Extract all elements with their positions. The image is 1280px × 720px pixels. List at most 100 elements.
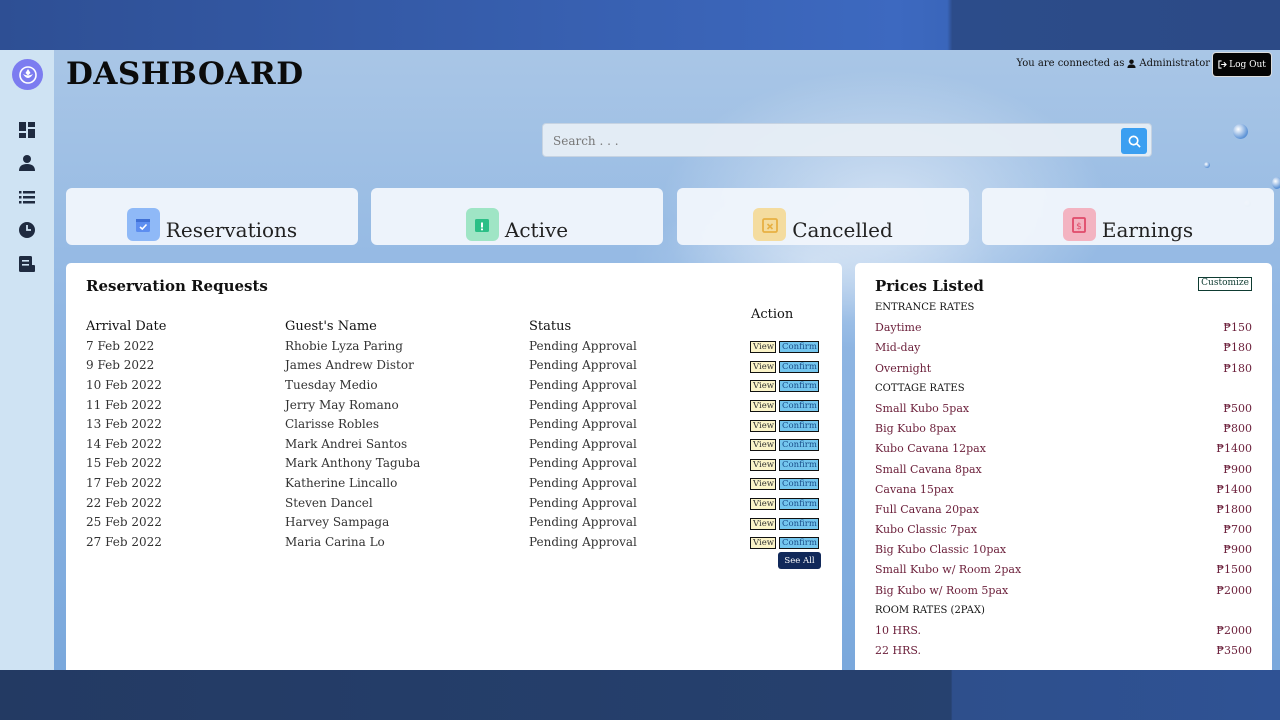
stat-card-reservations[interactable]: Reservations xyxy=(66,188,358,245)
search-button[interactable] xyxy=(1121,128,1147,154)
stat-card-label: Earnings xyxy=(1101,218,1194,242)
view-button[interactable]: View xyxy=(750,478,776,491)
confirm-button[interactable]: Confirm xyxy=(779,400,819,413)
guest-name-cell: Mark Andrei Santos xyxy=(285,436,408,451)
confirm-button[interactable]: Confirm xyxy=(779,478,819,491)
stat-card-cancelled[interactable]: Cancelled xyxy=(677,188,969,245)
sidebar-item-history[interactable] xyxy=(18,221,38,241)
page-title: DASHBOARD xyxy=(66,56,304,92)
confirm-button[interactable]: Confirm xyxy=(779,537,819,550)
arrival-date-cell: 13 Feb 2022 xyxy=(86,417,162,432)
clock-icon xyxy=(19,222,35,238)
price-item-value: ₱180 xyxy=(1223,341,1252,355)
arrival-date-cell: 17 Feb 2022 xyxy=(86,475,162,490)
table-header-row: Arrival Date Guest's Name Status xyxy=(86,316,819,336)
search-bar xyxy=(542,123,1152,157)
sidebar-item-list[interactable] xyxy=(18,188,38,208)
price-item-name: Daytime xyxy=(875,321,922,335)
frame-bottom xyxy=(0,670,1280,720)
sidebar xyxy=(0,50,54,670)
column-header-action-spacer xyxy=(750,316,819,336)
view-button[interactable]: View xyxy=(750,498,776,511)
table-row: 9 Feb 2022 James Andrew Distor Pending App… xyxy=(86,356,819,376)
user-small-icon xyxy=(1127,59,1136,68)
panel-title: Prices Listed xyxy=(875,277,984,295)
price-item-value: ₱500 xyxy=(1223,401,1252,415)
stat-card-active[interactable]: Active xyxy=(371,188,663,245)
view-button[interactable]: View xyxy=(750,537,776,550)
panel-title: Reservation Requests xyxy=(86,277,268,295)
price-item-name: Big Kubo w/ Room 5pax xyxy=(875,583,1009,597)
sidebar-item-users[interactable] xyxy=(18,154,38,174)
price-item-value: ₱1800 xyxy=(1216,502,1252,516)
logout-label: Log Out xyxy=(1229,59,1266,70)
view-button[interactable]: View xyxy=(750,341,776,354)
receipt-icon xyxy=(19,256,35,272)
price-item-value: ₱1400 xyxy=(1216,442,1252,456)
stat-card-label: Reservations xyxy=(165,218,298,242)
price-item-name: Big Kubo Classic 10pax xyxy=(875,543,1007,557)
stat-card-label: Cancelled xyxy=(792,218,893,242)
price-row: Big Kubo Classic 10pax ₱900 xyxy=(875,542,1252,562)
see-all-button[interactable]: See All xyxy=(778,552,821,569)
table-row: 25 Feb 2022 Harvey Sampaga Pending Approva… xyxy=(86,512,819,532)
table-row: 14 Feb 2022 Mark Andrei Santos Pending App… xyxy=(86,434,819,454)
stat-card-earnings[interactable]: $ Earnings xyxy=(982,188,1274,245)
logo[interactable] xyxy=(12,59,43,90)
confirm-button[interactable]: Confirm xyxy=(779,341,819,354)
sidebar-item-reports[interactable] xyxy=(18,255,38,275)
search-input[interactable] xyxy=(553,132,1113,150)
background-water-drop xyxy=(1272,177,1280,189)
view-button[interactable]: View xyxy=(750,400,776,413)
view-button[interactable]: View xyxy=(750,360,776,373)
sidebar-item-dashboard[interactable] xyxy=(18,121,38,141)
confirm-button[interactable]: Confirm xyxy=(779,380,819,393)
action-cell: View Confirm xyxy=(750,414,819,434)
guest-name-cell: Maria Carina Lo xyxy=(285,534,385,549)
guest-name-cell: Rhobie Lyza Paring xyxy=(285,338,403,353)
price-item-value: ₱2000 xyxy=(1216,624,1252,637)
connected-user: Administrator xyxy=(1139,58,1210,69)
arrival-date-cell: 14 Feb 2022 xyxy=(86,436,162,451)
connection-status: You are connected as Administrator xyxy=(1017,58,1211,69)
confirm-button[interactable]: Confirm xyxy=(779,439,819,452)
price-item-name: Mid-day xyxy=(875,341,921,355)
action-cell: View Confirm xyxy=(750,454,819,474)
table-row: 7 Feb 2022 Rhobie Lyza Paring Pending Appr… xyxy=(86,336,819,356)
price-row: Kubo Cavana 12pax ₱1400 xyxy=(875,441,1252,461)
price-row: Kubo Classic 7pax ₱700 xyxy=(875,522,1252,542)
guest-name-cell: Tuesday Medio xyxy=(285,377,378,392)
table-row: 10 Feb 2022 Tuesday Medio Pending Approval… xyxy=(86,375,819,395)
price-item-name: 10 HRS. xyxy=(875,624,922,637)
view-button[interactable]: View xyxy=(750,439,776,452)
price-item-value: ₱3500 xyxy=(1216,644,1252,658)
table-row: 13 Feb 2022 Clarisse Robles Pending Approv… xyxy=(86,414,819,434)
price-item-value: ₱1400 xyxy=(1216,482,1252,496)
status-cell: Pending Approval xyxy=(529,456,637,471)
action-cell: View Confirm xyxy=(750,473,819,493)
connected-prefix: You are connected as xyxy=(1016,58,1125,69)
calendar-check-icon xyxy=(126,208,160,241)
background-water-drop xyxy=(1233,124,1248,139)
reservations-table: Arrival Date Guest's Name Status 7 Feb 2… xyxy=(86,316,819,552)
confirm-button[interactable]: Confirm xyxy=(779,458,819,471)
confirm-button[interactable]: Confirm xyxy=(779,419,819,432)
status-cell: Pending Approval xyxy=(529,397,637,412)
table-row: 22 Feb 2022 Steven Dancel Pending Approval… xyxy=(86,493,819,513)
confirm-button[interactable]: Confirm xyxy=(779,360,819,373)
price-item-value: ₱180 xyxy=(1223,361,1252,375)
price-item-value: ₱150 xyxy=(1223,321,1252,335)
view-button[interactable]: View xyxy=(750,419,776,432)
price-item-name: Small Kubo w/ Room 2pax xyxy=(875,563,1022,577)
view-button[interactable]: View xyxy=(750,458,776,471)
price-item-value: ₱1500 xyxy=(1216,563,1252,577)
status-cell: Pending Approval xyxy=(529,436,637,451)
logout-button[interactable]: Log Out xyxy=(1213,53,1271,76)
confirm-button[interactable]: Confirm xyxy=(779,498,819,511)
confirm-button[interactable]: Confirm xyxy=(779,517,819,530)
view-button[interactable]: View xyxy=(750,380,776,393)
customize-button[interactable]: Customize xyxy=(1198,277,1252,291)
view-button[interactable]: View xyxy=(750,517,776,530)
status-cell: Pending Approval xyxy=(529,377,637,392)
reservations-table-body: 7 Feb 2022 Rhobie Lyza Paring Pending Appr… xyxy=(86,336,819,552)
